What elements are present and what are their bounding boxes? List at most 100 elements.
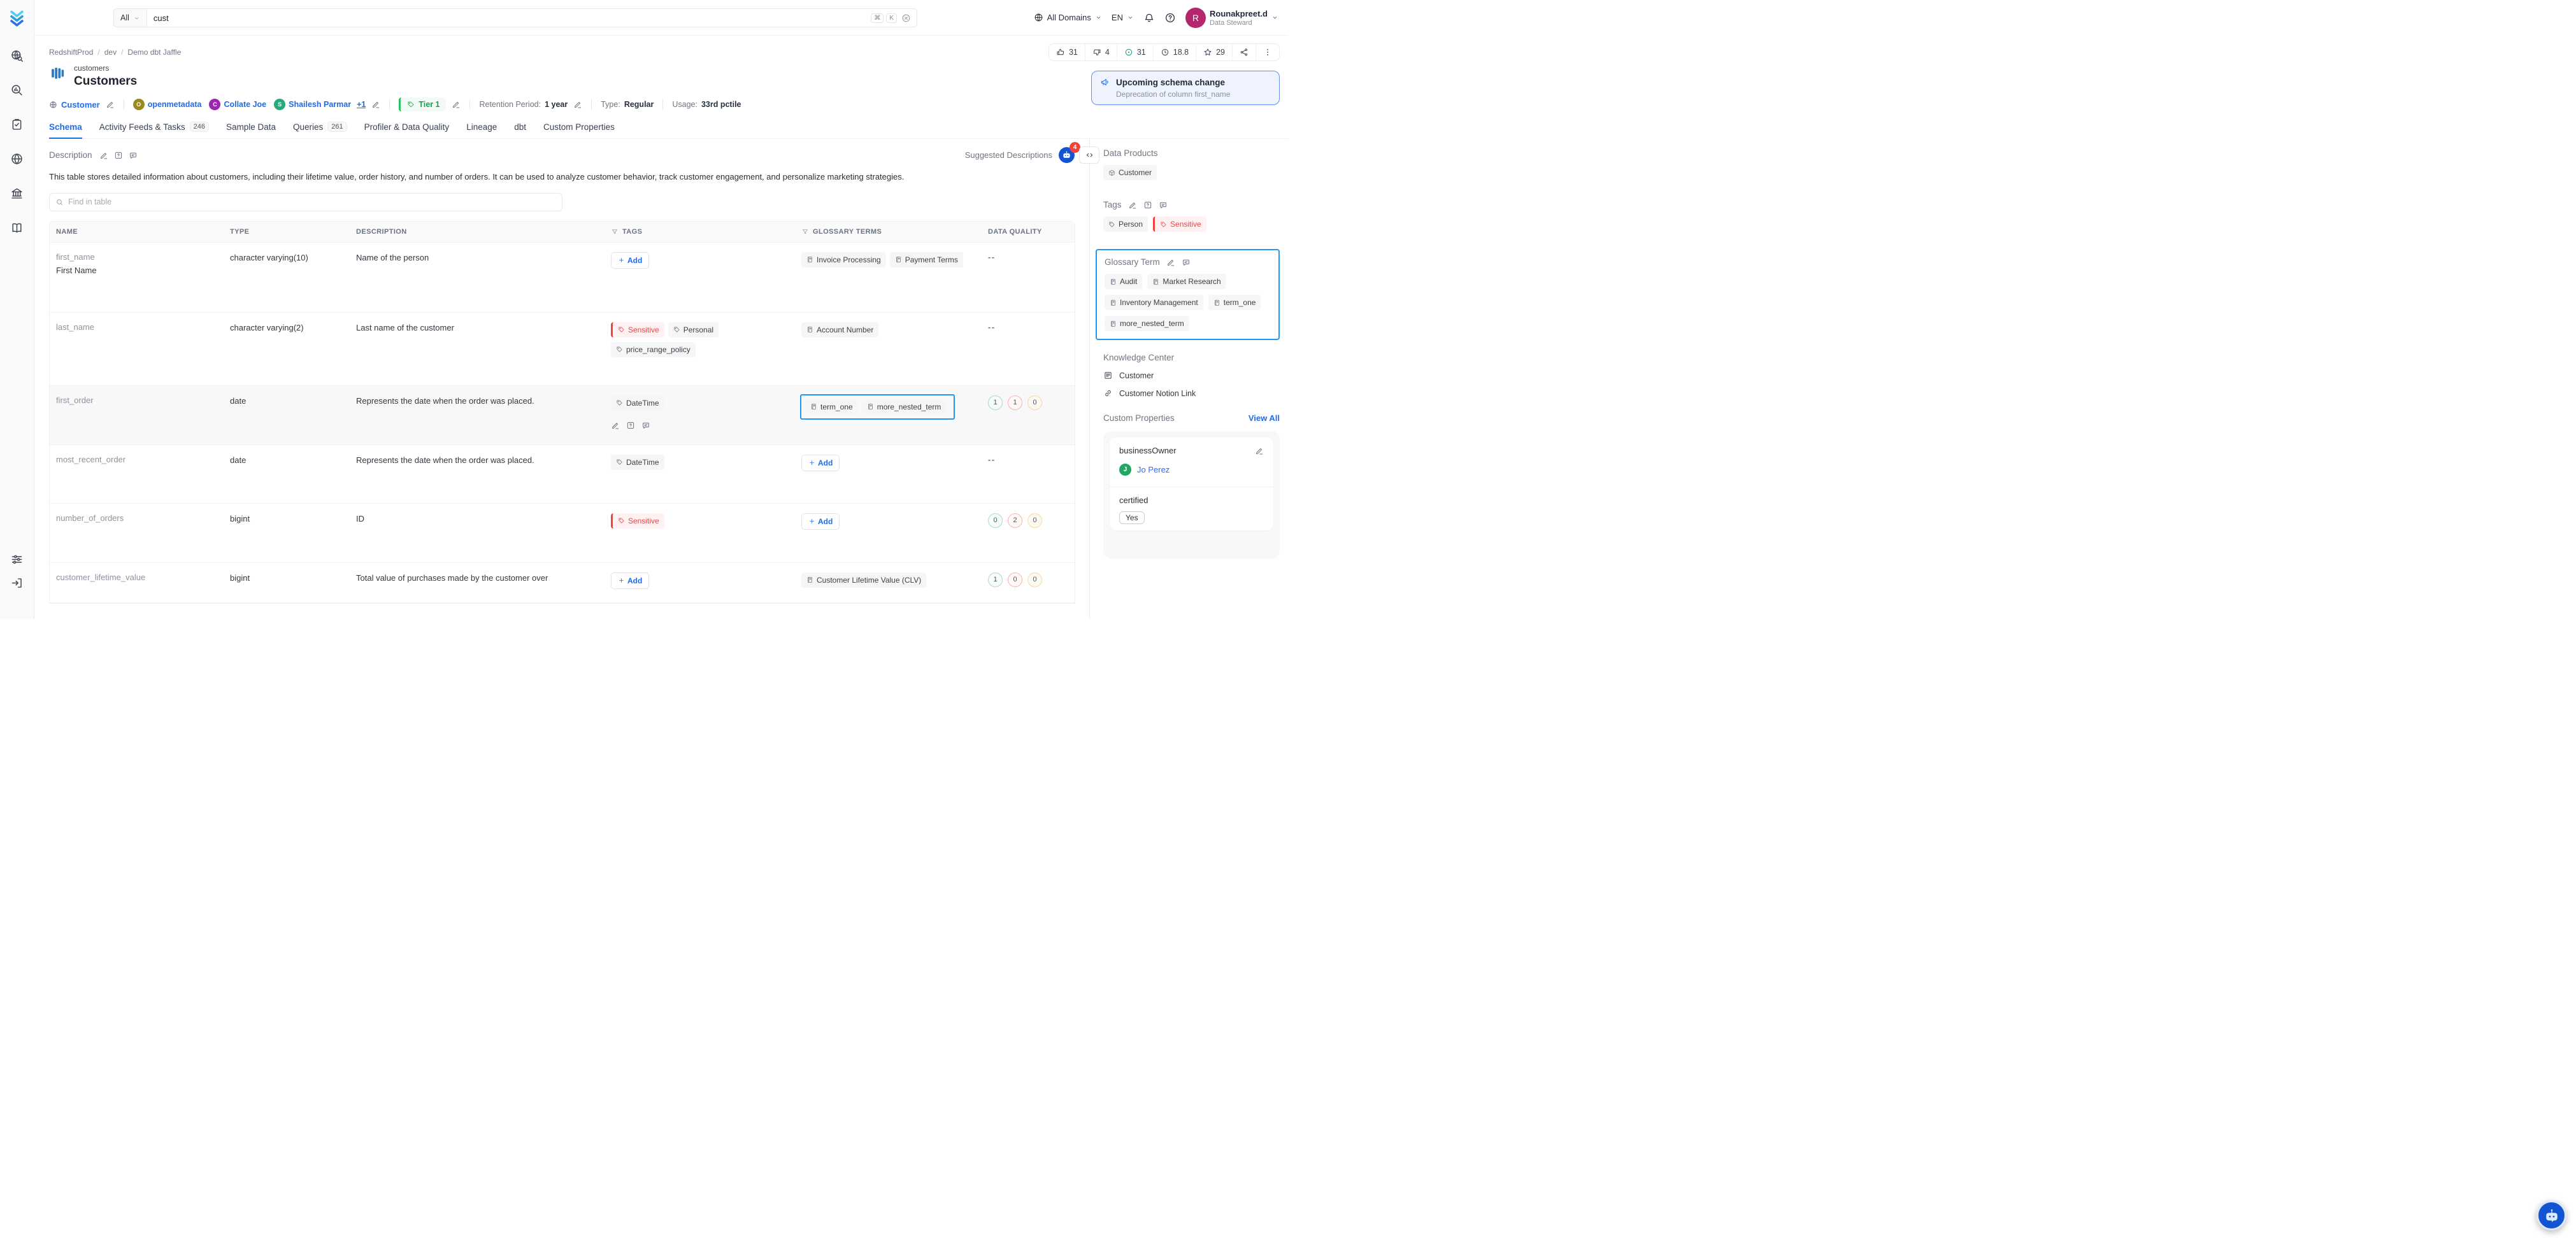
glossary-term-chip[interactable]: Account Number <box>801 322 879 338</box>
stat-more[interactable] <box>1256 44 1279 60</box>
edit-glossary-icon[interactable] <box>1166 258 1175 267</box>
tab-lineage[interactable]: Lineage <box>466 122 497 138</box>
view-all-link[interactable]: View All <box>1249 413 1280 423</box>
tag-chip[interactable]: Personal <box>668 322 719 338</box>
language-selector[interactable]: EN <box>1112 13 1134 22</box>
suggested-descriptions[interactable]: Suggested Descriptions 4 <box>965 142 1080 163</box>
nav-settings-icon[interactable] <box>10 553 24 566</box>
dq-aborted-badge[interactable]: 0 <box>1027 513 1042 528</box>
glossary-term-chip[interactable]: Invoice Processing <box>801 252 886 267</box>
comment-tags-icon[interactable] <box>1159 201 1168 210</box>
add-button[interactable]: Add <box>801 454 840 471</box>
stat-star[interactable]: 29 <box>1196 44 1232 60</box>
edit-tags-icon[interactable] <box>1128 201 1137 210</box>
search-clear-icon[interactable] <box>901 13 911 23</box>
comment-glossary-icon[interactable] <box>1182 258 1191 267</box>
property-value-link[interactable]: Jo Perez <box>1137 465 1170 474</box>
ai-chat-fab[interactable] <box>2537 1200 2566 1230</box>
cell-name[interactable]: first_order <box>50 386 224 445</box>
tab-queries[interactable]: Queries 261 <box>293 122 347 138</box>
tag-chip[interactable]: DateTime <box>611 454 664 470</box>
tag-chip[interactable]: price_range_policy <box>611 341 696 357</box>
code-view-toggle-button[interactable] <box>1079 146 1099 164</box>
notifications-bell-icon[interactable] <box>1143 12 1155 24</box>
tag-chip[interactable]: Sensitive <box>1153 217 1206 232</box>
tag-chip[interactable]: Sensitive <box>611 322 664 338</box>
owner[interactable]: C Collate Joe <box>209 99 266 110</box>
add-button[interactable]: Add <box>611 252 650 269</box>
add-button[interactable]: Add <box>611 572 650 589</box>
glossary-term-chip[interactable]: term_one <box>805 399 858 415</box>
add-button[interactable]: Add <box>801 513 840 530</box>
stat-thumbs-up[interactable]: 31 <box>1049 44 1085 60</box>
nav-logout-icon[interactable] <box>10 576 24 590</box>
request-description-icon[interactable] <box>114 151 123 160</box>
glossary-term-chip[interactable]: Payment Terms <box>889 252 963 267</box>
filter-icon[interactable] <box>801 228 809 236</box>
find-in-table-input[interactable] <box>68 197 556 207</box>
tab-dbt[interactable]: dbt <box>514 122 526 138</box>
user-menu[interactable]: R Rounakpreet.d Data Steward <box>1185 7 1278 28</box>
global-search-input[interactable] <box>147 13 871 23</box>
edit-description-icon[interactable] <box>99 151 108 160</box>
stat-target[interactable]: 31 <box>1116 44 1153 60</box>
knowledge-item[interactable]: Customer Notion Link <box>1103 388 1280 398</box>
cell-name[interactable]: first_name First Name <box>50 243 224 312</box>
breadcrumb-item[interactable]: Demo dbt Jaffle <box>127 48 181 57</box>
nav-insights-icon[interactable] <box>10 152 24 166</box>
dq-aborted-badge[interactable]: 0 <box>1027 395 1042 410</box>
filter-icon[interactable] <box>611 228 619 236</box>
tier-chip[interactable]: Tier 1 <box>399 97 447 111</box>
edit-retention-icon[interactable] <box>573 100 582 109</box>
glossary-term-chip[interactable]: term_one <box>1208 295 1261 310</box>
tab-profiler-data-quality[interactable]: Profiler & Data Quality <box>364 122 450 138</box>
owner[interactable]: Oopenmetadata <box>132 99 201 110</box>
cell-name[interactable]: most_recent_order <box>50 445 224 503</box>
dq-passed-badge[interactable]: 0 <box>988 513 1003 528</box>
nav-glossary-icon[interactable] <box>10 221 24 234</box>
nav-observability-icon[interactable] <box>10 83 24 97</box>
nav-explore-icon[interactable] <box>10 49 24 62</box>
edit-domain-icon[interactable] <box>106 100 115 109</box>
owner[interactable]: S Shailesh Parmar <box>274 99 351 110</box>
nav-governance-icon[interactable] <box>10 187 24 200</box>
more-owners-link[interactable]: +1 <box>357 100 366 109</box>
dq-failed-badge[interactable]: 0 <box>1008 572 1022 587</box>
comment-description-icon[interactable] <box>129 151 138 160</box>
glossary-term-chip[interactable]: more_nested_term <box>861 399 947 415</box>
knowledge-item[interactable]: Customer <box>1103 371 1280 380</box>
edit-tier-icon[interactable] <box>452 100 461 109</box>
domain-chip[interactable]: Customer <box>49 100 100 110</box>
breadcrumb-item[interactable]: dev <box>104 48 117 57</box>
edit-property-icon[interactable] <box>1255 446 1264 455</box>
search-scope-selector[interactable]: All <box>114 9 147 27</box>
glossary-term-chip[interactable]: more_nested_term <box>1105 316 1189 331</box>
announcement-card[interactable]: Upcoming schema change Deprecation of co… <box>1091 71 1280 105</box>
breadcrumb-item[interactable]: RedshiftProd <box>49 48 93 57</box>
stat-thumbs-down[interactable]: 4 <box>1084 44 1117 60</box>
glossary-term-chip[interactable]: Customer Lifetime Value (CLV) <box>801 572 927 588</box>
stat-share[interactable] <box>1232 44 1256 60</box>
glossary-term-chip[interactable]: Market Research <box>1147 274 1226 289</box>
domain-selector[interactable]: All Domains <box>1034 13 1102 22</box>
glossary-term-chip[interactable]: Audit <box>1105 274 1143 289</box>
stat-clock[interactable]: 18.8 <box>1152 44 1196 60</box>
help-icon[interactable] <box>1164 12 1176 24</box>
edit-owners-icon[interactable] <box>371 100 380 109</box>
cell-name[interactable]: last_name <box>50 313 224 385</box>
edit-tags-icon[interactable] <box>611 421 620 430</box>
openmetadata-logo-icon[interactable] <box>8 8 26 29</box>
tag-chip[interactable]: Sensitive <box>611 513 664 529</box>
comment-tags-icon[interactable] <box>641 421 650 430</box>
tag-chip[interactable]: Person <box>1103 217 1148 232</box>
tab-activity-feeds-tasks[interactable]: Activity Feeds & Tasks 246 <box>99 122 209 138</box>
dq-failed-badge[interactable]: 2 <box>1008 513 1022 528</box>
glossary-term-chip[interactable]: Inventory Management <box>1105 295 1203 310</box>
dq-passed-badge[interactable]: 1 <box>988 395 1003 410</box>
cell-name[interactable]: number_of_orders <box>50 504 224 562</box>
dq-failed-badge[interactable]: 1 <box>1008 395 1022 410</box>
cell-name[interactable]: customer_lifetime_value <box>50 563 224 602</box>
request-tags-icon[interactable] <box>626 421 635 430</box>
dq-passed-badge[interactable]: 1 <box>988 572 1003 587</box>
nav-quality-icon[interactable] <box>10 118 24 131</box>
